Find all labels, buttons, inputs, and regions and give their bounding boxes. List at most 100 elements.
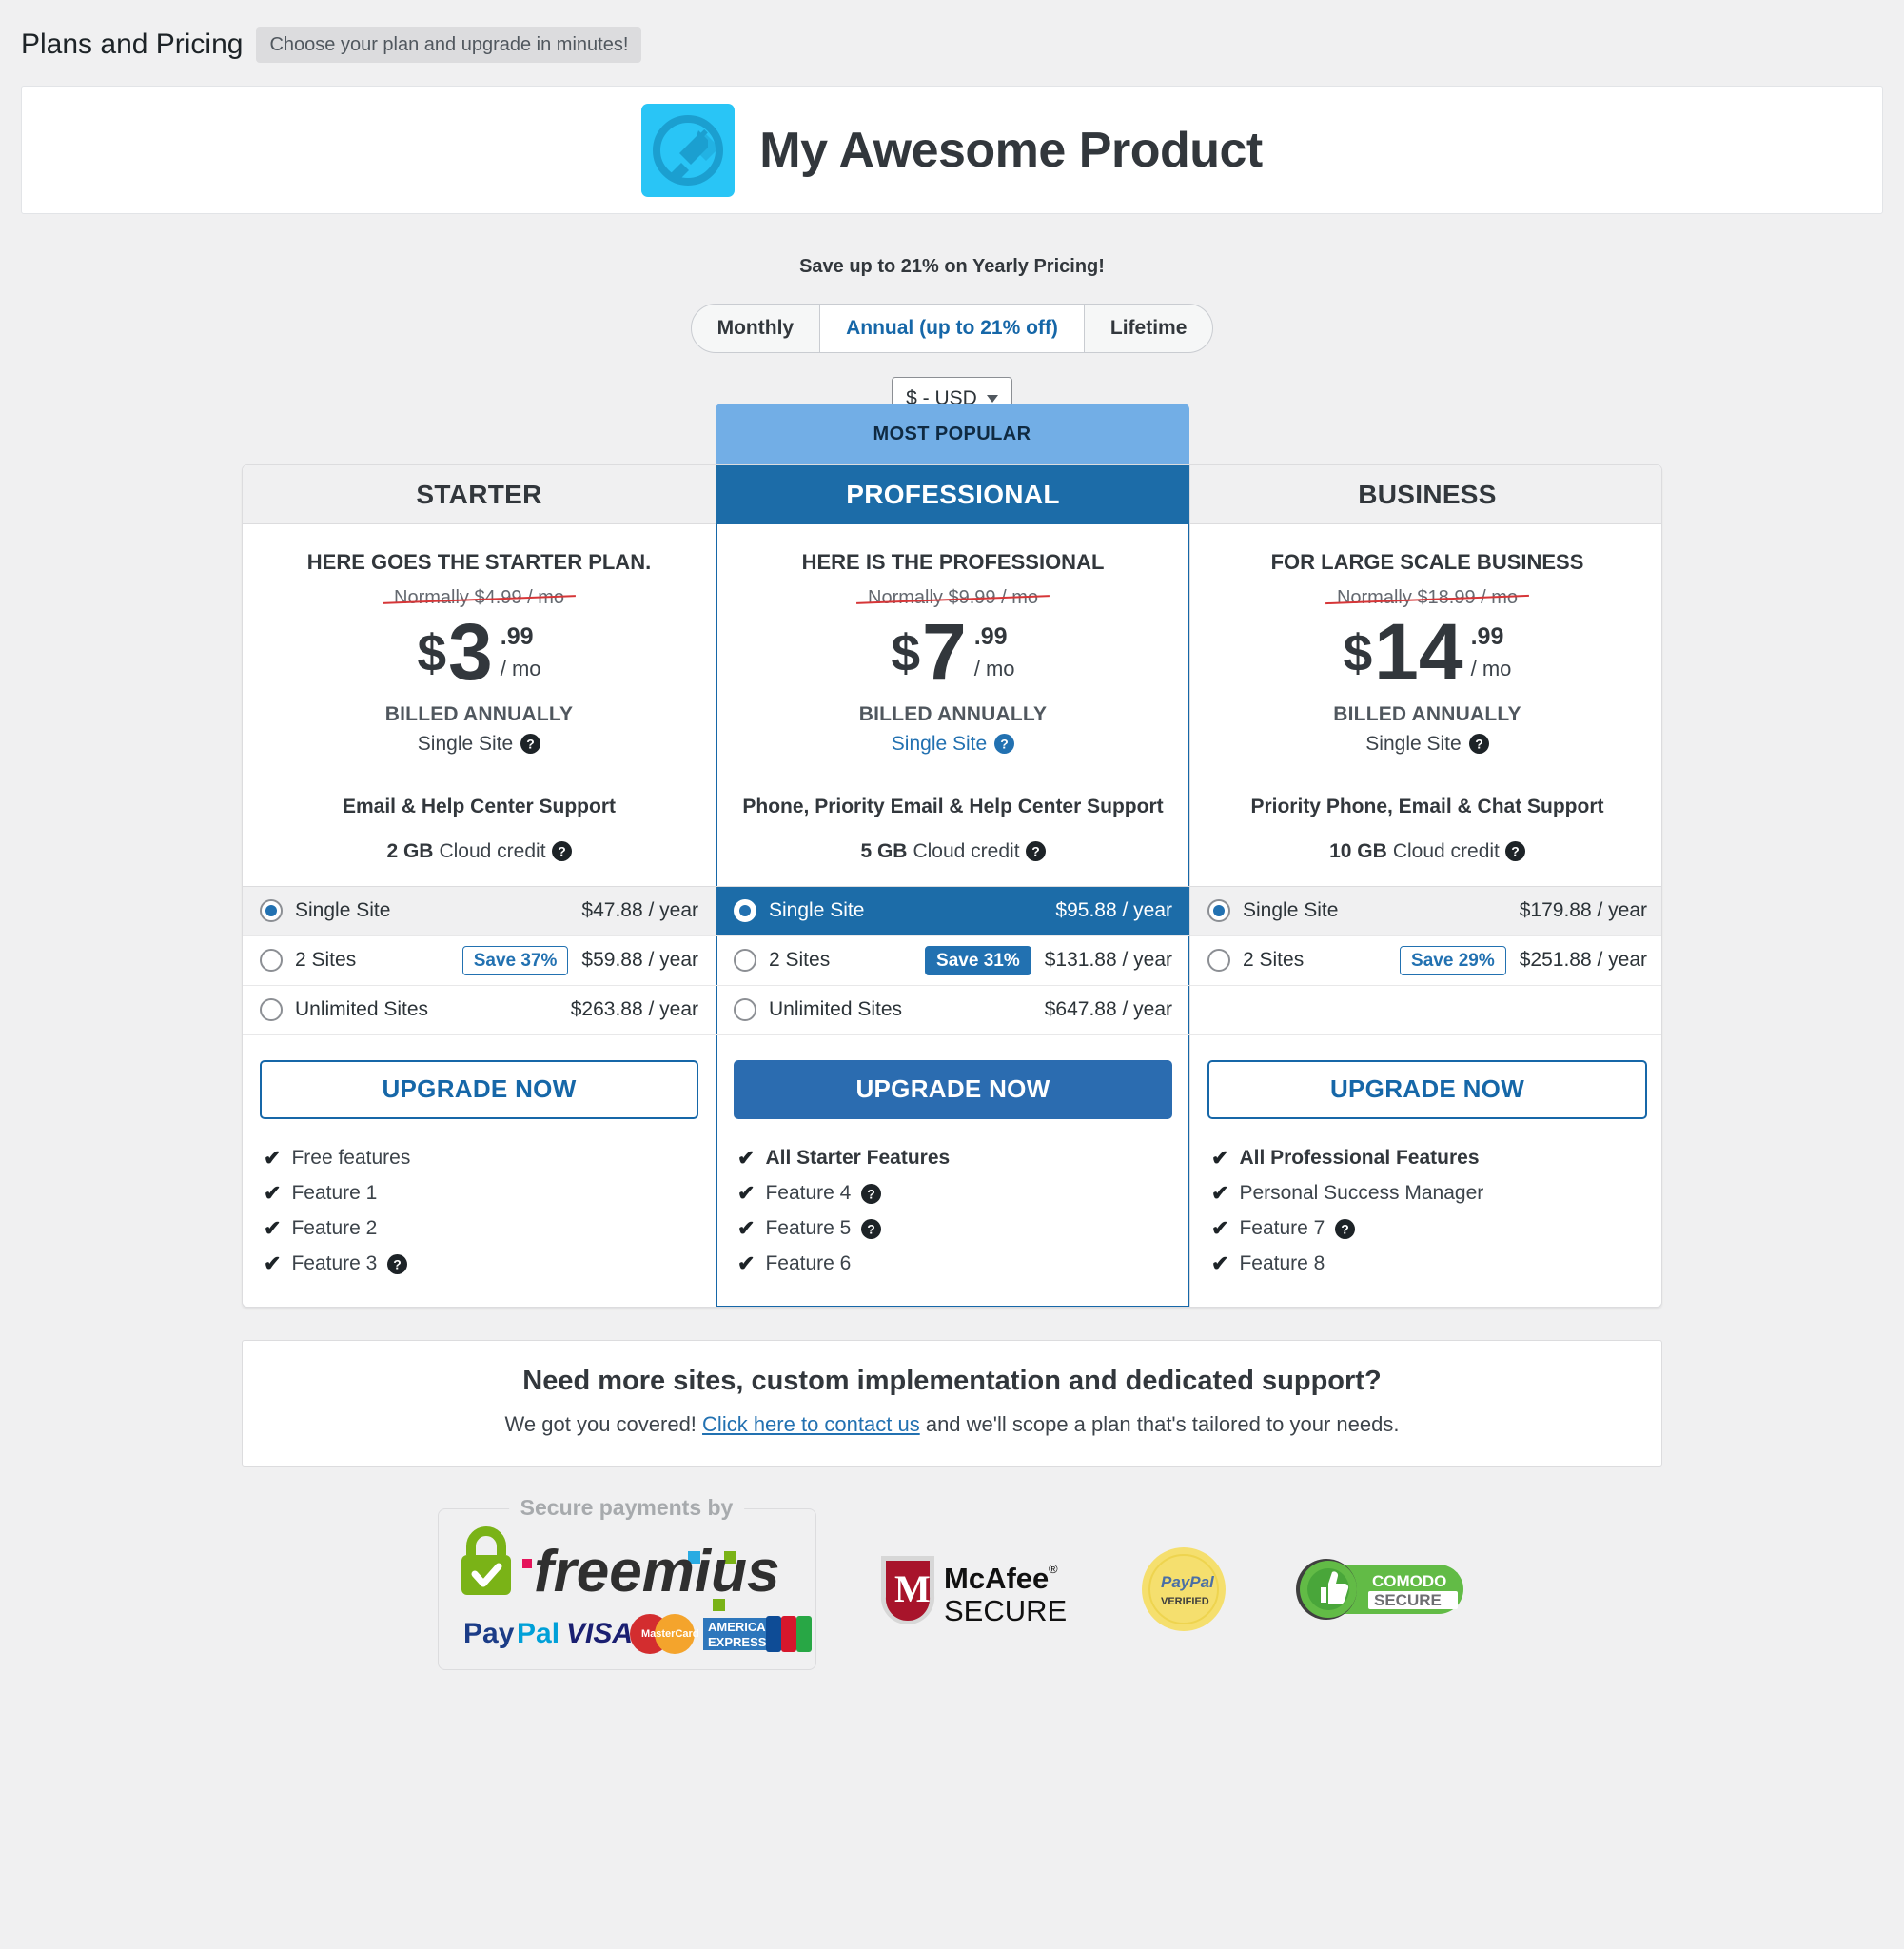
license-label: 2 Sites bbox=[769, 949, 831, 972]
radio-button[interactable] bbox=[734, 998, 756, 1022]
svg-text:Pal: Pal bbox=[517, 1618, 559, 1649]
license-option-row[interactable]: Unlimited Sites $647.88 / year bbox=[716, 986, 1189, 1035]
billing-cycle-lifetime[interactable]: Lifetime bbox=[1085, 305, 1213, 352]
feature-item: ✔ Feature 4? bbox=[737, 1176, 1172, 1211]
feature-item: ✔ Free features bbox=[264, 1141, 698, 1176]
billing-cycle-switcher[interactable]: Monthly Annual (up to 21% off) Lifetime bbox=[0, 304, 1904, 353]
price-fraction: .99 bbox=[973, 623, 1008, 650]
license-options: Single Site $47.88 / year 2 Sites Save 37% $… bbox=[243, 885, 716, 1035]
plug-icon bbox=[641, 103, 736, 197]
help-icon[interactable]: ? bbox=[551, 841, 572, 862]
cloud-credit-amount: 5 GB bbox=[860, 839, 908, 862]
feature-list: ✔ Free features ✔ Feature 1 ✔ Feature 2 ✔ Featu… bbox=[243, 1119, 716, 1307]
svg-text:EXPRESS: EXPRESS bbox=[708, 1635, 767, 1649]
feature-list: ✔ All Professional Features ✔ Personal Succ… bbox=[1190, 1119, 1661, 1307]
radio-button[interactable] bbox=[1207, 949, 1230, 973]
current-license-text: Single Site bbox=[417, 732, 514, 755]
radio-button[interactable] bbox=[260, 899, 283, 923]
feature-label: Free features bbox=[291, 1147, 411, 1170]
current-license-text: Single Site bbox=[1365, 732, 1462, 755]
license-option-row[interactable]: 2 Sites Save 29% $251.88 / year bbox=[1190, 936, 1661, 986]
svg-text:?: ? bbox=[526, 737, 535, 752]
license-label: 2 Sites bbox=[295, 949, 357, 972]
svg-text:MasterCard: MasterCard bbox=[641, 1628, 699, 1640]
license-option-row[interactable]: 2 Sites Save 37% $59.88 / year bbox=[243, 936, 716, 986]
feature-label: All Professional Features bbox=[1239, 1147, 1480, 1170]
help-icon[interactable]: ? bbox=[861, 1218, 882, 1239]
svg-text:?: ? bbox=[1031, 844, 1040, 859]
current-license-label: Single Site? bbox=[734, 733, 1172, 756]
help-icon[interactable]: ? bbox=[1504, 841, 1525, 862]
check-icon: ✔ bbox=[264, 1216, 282, 1241]
radio-button[interactable] bbox=[734, 899, 756, 923]
svg-text:SECURE: SECURE bbox=[1374, 1591, 1442, 1609]
billing-cycle-annual[interactable]: Annual (up to 21% off) bbox=[820, 305, 1085, 352]
license-option-row[interactable]: Unlimited Sites $263.88 / year bbox=[243, 986, 716, 1035]
feature-item: ✔ Feature 6 bbox=[737, 1247, 1172, 1282]
savings-badge: Save 37% bbox=[461, 945, 569, 975]
current-license-text: Single Site bbox=[891, 732, 988, 755]
upgrade-now-button[interactable]: UPGRADE NOW bbox=[260, 1059, 698, 1119]
help-icon[interactable]: ? bbox=[1468, 734, 1489, 755]
upgrade-now-button[interactable]: UPGRADE NOW bbox=[1207, 1059, 1647, 1119]
license-label: Unlimited Sites bbox=[295, 998, 429, 1021]
cloud-credit-amount: 2 GB bbox=[386, 839, 434, 862]
radio-button[interactable] bbox=[260, 998, 283, 1022]
plan-price: $14 .99 / mo bbox=[1207, 607, 1647, 697]
check-icon: ✔ bbox=[1211, 1251, 1229, 1276]
check-icon: ✔ bbox=[1211, 1146, 1229, 1171]
feature-item: ✔ Personal Success Manager bbox=[1211, 1176, 1647, 1211]
radio-button[interactable] bbox=[1207, 899, 1230, 923]
chevron-down-icon bbox=[986, 395, 998, 403]
license-option-row[interactable]: 2 Sites Save 31% $131.88 / year bbox=[716, 936, 1189, 986]
check-icon: ✔ bbox=[737, 1181, 756, 1206]
license-label: Single Site bbox=[769, 899, 865, 922]
upgrade-now-button[interactable]: UPGRADE NOW bbox=[734, 1059, 1172, 1119]
plan-name: PROFESSIONAL bbox=[716, 465, 1189, 524]
page-header: Plans and Pricing Choose your plan and u… bbox=[0, 0, 1904, 63]
svg-text:?: ? bbox=[868, 1186, 876, 1201]
license-option-row[interactable]: Single Site $179.88 / year bbox=[1190, 886, 1661, 936]
check-icon: ✔ bbox=[737, 1216, 756, 1241]
feature-item: ✔ Feature 7? bbox=[1211, 1211, 1647, 1247]
license-price: $131.88 / year bbox=[1044, 949, 1172, 972]
license-options: Single Site $179.88 / year 2 Sites Save 29%… bbox=[1190, 885, 1661, 1035]
price-fraction: .99 bbox=[500, 623, 534, 650]
help-icon[interactable]: ? bbox=[387, 1253, 408, 1274]
radio-button[interactable] bbox=[734, 949, 756, 973]
page-subtitle-pill: Choose your plan and upgrade in minutes! bbox=[256, 27, 642, 63]
contact-strip: Need more sites, custom implementation a… bbox=[242, 1339, 1662, 1467]
savings-badge: Save 29% bbox=[1400, 945, 1506, 975]
svg-text:?: ? bbox=[868, 1221, 876, 1236]
billing-cycle-monthly[interactable]: Monthly bbox=[692, 305, 821, 352]
plan-column-business: BUSINESS FOR LARGE SCALE BUSINESS Normally… bbox=[1190, 465, 1661, 1307]
feature-item: ✔ Feature 8 bbox=[1211, 1247, 1647, 1282]
price-integer: 14 bbox=[1374, 607, 1463, 697]
plan-description: FOR LARGE SCALE BUSINESS bbox=[1270, 550, 1584, 574]
plan-description: HERE IS THE PROFESSIONAL bbox=[801, 550, 1105, 574]
license-option-row[interactable]: Single Site $95.88 / year bbox=[716, 886, 1189, 936]
feature-label: Feature 4 bbox=[765, 1182, 852, 1205]
svg-text:?: ? bbox=[1342, 1221, 1350, 1236]
help-icon[interactable]: ? bbox=[520, 734, 541, 755]
most-popular-ribbon: MOST POPULAR bbox=[715, 404, 1189, 464]
help-icon[interactable]: ? bbox=[1025, 841, 1046, 862]
license-option-row[interactable]: Single Site $47.88 / year bbox=[243, 886, 716, 936]
secure-payments-caption: Secure payments by bbox=[508, 1494, 745, 1521]
contact-heading: Need more sites, custom implementation a… bbox=[522, 1365, 1382, 1396]
help-icon[interactable]: ? bbox=[861, 1183, 882, 1204]
feature-item: ✔ Feature 3? bbox=[264, 1247, 698, 1282]
contact-text-after: and we'll scope a plan that's tailored t… bbox=[919, 1411, 1400, 1436]
svg-text:?: ? bbox=[1000, 737, 1009, 752]
feature-item: ✔ All Starter Features bbox=[737, 1141, 1172, 1176]
radio-button[interactable] bbox=[260, 949, 283, 973]
help-icon[interactable]: ? bbox=[994, 734, 1015, 755]
help-icon[interactable]: ? bbox=[1335, 1218, 1356, 1239]
plan-price: $7.99 / mo bbox=[734, 612, 1172, 692]
contact-link[interactable]: Click here to contact us bbox=[702, 1412, 920, 1436]
billed-label: BILLED ANNUALLY bbox=[858, 702, 1048, 725]
license-label: Single Site bbox=[1243, 899, 1339, 922]
contact-text: We got you covered! Click here to contac… bbox=[243, 1412, 1661, 1437]
license-option-empty bbox=[1190, 986, 1661, 1035]
check-icon: ✔ bbox=[737, 1251, 756, 1276]
